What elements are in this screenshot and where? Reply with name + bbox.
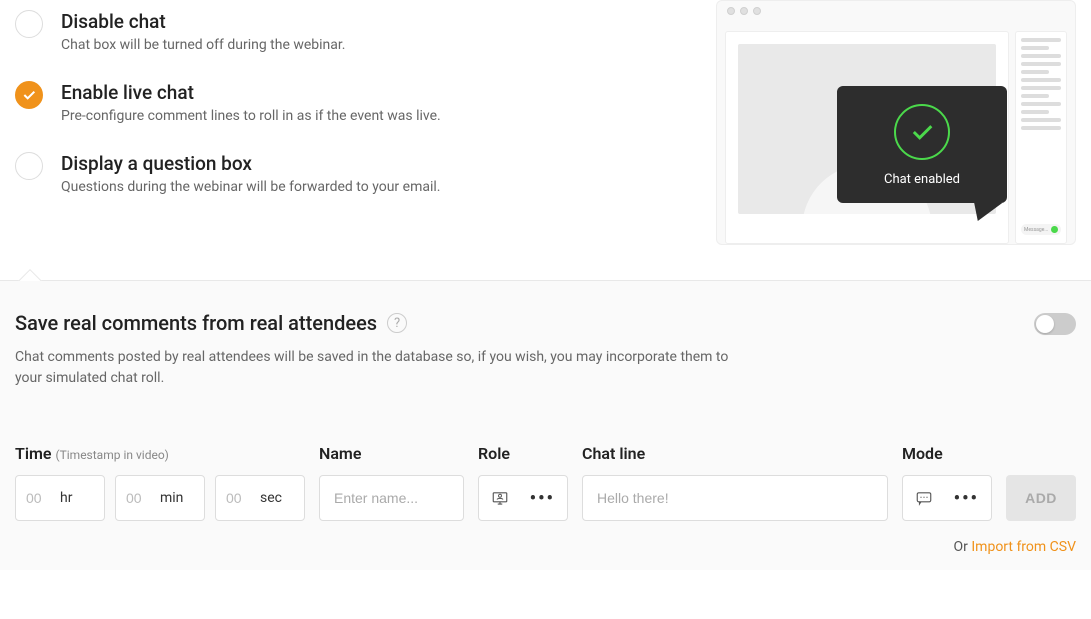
time-sec-input[interactable] [226, 490, 254, 506]
save-comments-toggle[interactable] [1034, 313, 1076, 335]
chat-bubble-icon [915, 489, 933, 507]
dropdown-dots-icon: ••• [954, 488, 979, 509]
check-circle-icon [894, 104, 950, 160]
time-hint: (Timestamp in video) [55, 448, 168, 462]
role-label: Role [478, 444, 568, 463]
radio-icon [15, 152, 43, 180]
import-csv-link[interactable]: Import from CSV [971, 539, 1076, 555]
window-dots-icon [727, 7, 761, 15]
section-divider [0, 280, 1091, 281]
option-desc: Questions during the webinar will be for… [61, 179, 440, 195]
radio-icon [15, 10, 43, 38]
hr-unit: hr [60, 490, 72, 506]
or-text: Or [954, 539, 972, 555]
online-dot-icon [1051, 226, 1058, 233]
radio-icon [15, 81, 43, 109]
option-title: Enable live chat [61, 81, 441, 104]
chat-line-label: Chat line [582, 444, 888, 463]
mode-label: Mode [902, 444, 992, 463]
add-button[interactable]: ADD [1006, 475, 1076, 521]
tooltip-label: Chat enabled [847, 172, 997, 187]
presenter-icon [491, 489, 509, 507]
preview-panel: Message... Chat enabled [706, 0, 1076, 245]
save-comments-title: Save real comments from real attendees [15, 311, 377, 335]
option-desc: Pre-configure comment lines to roll in a… [61, 108, 441, 124]
save-comments-desc: Chat comments posted by real attendees w… [15, 347, 735, 389]
sec-unit: sec [260, 490, 282, 506]
chat-sidebar-mockup: Message... [1015, 31, 1067, 244]
browser-mockup: Message... Chat enabled [716, 0, 1076, 245]
time-min-box[interactable]: min [115, 475, 205, 521]
chat-line-form: Time (Timestamp in video) hr min sec Nam… [15, 444, 1076, 521]
time-min-input[interactable] [126, 490, 154, 506]
chat-enabled-tooltip: Chat enabled [837, 86, 1007, 203]
time-sec-box[interactable]: sec [215, 475, 305, 521]
mode-select[interactable]: ••• [902, 475, 992, 521]
chat-options: Disable chat Chat box will be turned off… [15, 0, 706, 245]
option-enable-live-chat[interactable]: Enable live chat Pre-configure comment l… [15, 81, 706, 124]
min-unit: min [160, 490, 183, 506]
name-input[interactable] [319, 475, 464, 521]
message-placeholder: Message... [1024, 227, 1048, 233]
time-hr-box[interactable]: hr [15, 475, 105, 521]
time-hr-input[interactable] [26, 490, 54, 506]
time-label: Time [15, 444, 52, 463]
chat-line-input[interactable] [582, 475, 888, 521]
option-title: Display a question box [61, 152, 440, 175]
option-desc: Chat box will be turned off during the w… [61, 37, 346, 53]
name-label: Name [319, 444, 464, 463]
dropdown-dots-icon: ••• [530, 488, 555, 509]
option-title: Disable chat [61, 10, 346, 33]
option-question-box[interactable]: Display a question box Questions during … [15, 152, 706, 195]
role-select[interactable]: ••• [478, 475, 568, 521]
help-icon[interactable]: ? [387, 313, 407, 333]
option-disable-chat[interactable]: Disable chat Chat box will be turned off… [15, 10, 706, 53]
